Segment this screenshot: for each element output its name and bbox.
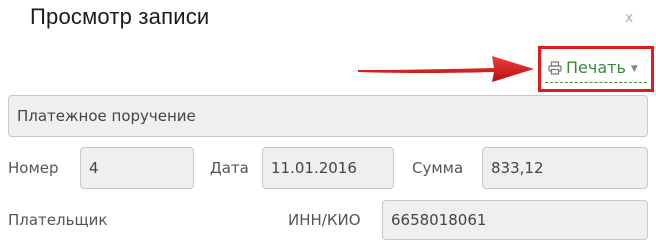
inn-field[interactable]: 6658018061 (382, 200, 648, 240)
record-view-dialog: Просмотр записи x Печать ▼ Платежное пор… (0, 0, 656, 242)
print-label: Печать (566, 58, 626, 77)
number-field[interactable]: 4 (80, 147, 194, 189)
payer-label: Плательщик (8, 211, 108, 229)
printer-icon (548, 60, 562, 75)
close-button[interactable]: x (625, 10, 633, 26)
sum-field[interactable]: 833,12 (482, 147, 648, 189)
inn-label: ИНН/КИО (288, 211, 361, 229)
sum-label: Сумма (412, 159, 464, 177)
dialog-title: Просмотр записи (30, 4, 210, 29)
doc-type-field[interactable]: Платежное поручение (8, 95, 648, 137)
print-underline (545, 82, 647, 83)
date-label: Дата (210, 159, 249, 177)
date-field[interactable]: 11.01.2016 (262, 147, 394, 189)
chevron-down-icon: ▼ (630, 63, 638, 74)
print-button[interactable]: Печать ▼ (538, 46, 654, 92)
number-label: Номер (8, 159, 59, 177)
annotation-arrow-icon (358, 56, 534, 82)
